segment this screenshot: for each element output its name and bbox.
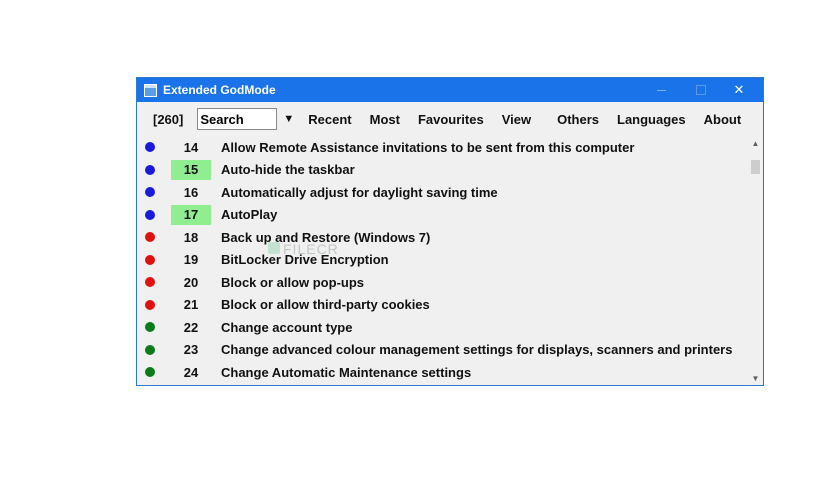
item-number: 22 [183,319,199,335]
list-item[interactable]: 16 Automatically adjust for daylight savi… [137,181,748,204]
watermark-text: FILECR [283,241,339,257]
item-number: 19 [183,252,199,268]
settings-list[interactable]: 14 Allow Remote Assistance invitations to… [137,136,748,385]
search-dropdown-button[interactable]: ▼ [283,113,294,125]
list-item[interactable]: 14 Allow Remote Assistance invitations to… [137,136,748,159]
blue-dot-icon [145,187,155,198]
item-number: 21 [183,297,199,313]
item-number: 20 [183,274,199,290]
toolbar: [260] ▼ Recent Most Favourites View Othe… [137,102,763,136]
list-item[interactable]: 20 Block or allow pop-ups [137,271,748,294]
watermark: FILECR [268,241,339,257]
menu-languages[interactable]: Languages [617,112,686,127]
item-label: Automatically adjust for daylight saving… [221,184,498,200]
item-label: Block or allow pop-ups [221,274,365,290]
list-item[interactable]: 17 AutoPlay [137,204,748,227]
item-label: Auto-hide the taskbar [221,162,355,178]
title-bar[interactable]: Extended GodMode ✕ [137,78,763,102]
menu-recent[interactable]: Recent [308,112,351,127]
maximize-icon [696,85,706,95]
red-dot-icon [145,299,155,310]
maximize-button[interactable] [683,78,719,102]
red-dot-icon [145,232,155,243]
menu-favourites[interactable]: Favourites [418,112,484,127]
blue-dot-icon [145,142,155,153]
item-number: 14 [183,139,199,155]
app-icon [144,83,157,97]
watermark-logo-icon [268,242,280,254]
item-label: AutoPlay [221,207,278,223]
item-label: Change advanced colour management settin… [221,342,733,358]
item-number: 17 [171,204,211,225]
window-title: Extended GodMode [163,83,276,97]
list-item[interactable]: 23 Change advanced colour management sett… [137,339,748,362]
scroll-down-icon[interactable]: ▼ [748,371,763,385]
caret-down-icon: ▼ [283,113,295,125]
list-item[interactable]: 22 Change account type [137,316,748,339]
item-label: Allow Remote Assistance invitations to b… [221,139,635,155]
menu-view[interactable]: View [502,112,531,127]
menu-about[interactable]: About [704,112,742,127]
list-item[interactable]: 19 BitLocker Drive Encryption [137,249,748,272]
red-dot-icon [145,254,155,265]
vertical-scrollbar[interactable]: ▲ ▼ [748,136,763,385]
scroll-up-icon[interactable]: ▲ [748,136,763,150]
item-number: 15 [171,159,211,180]
search-input[interactable] [197,108,278,130]
item-number: 16 [183,184,199,200]
minimize-icon [656,89,666,91]
item-number: 18 [183,229,199,245]
green-dot-icon [145,344,155,355]
app-window: Extended GodMode ✕ [260] ▼ Recent Most F… [136,77,764,386]
scroll-thumb[interactable] [751,160,760,174]
item-label: Change account type [221,319,353,335]
blue-dot-icon [145,164,155,175]
list-item[interactable]: 15 Auto-hide the taskbar [137,159,748,182]
green-dot-icon [145,367,155,378]
red-dot-icon [145,277,155,288]
list-item[interactable]: 21 Block or allow third-party cookies [137,294,748,317]
item-number: 23 [183,342,199,358]
close-icon: ✕ [733,82,745,97]
list-item[interactable]: 24 Change Automatic Maintenance settings [137,361,748,384]
blue-dot-icon [145,209,155,220]
item-label: Block or allow third-party cookies [221,297,430,313]
menu-others[interactable]: Others [557,112,599,127]
close-button[interactable]: ✕ [721,78,757,102]
item-label: Change Automatic Maintenance settings [221,364,472,380]
list-item[interactable]: 18 Back up and Restore (Windows 7) [137,226,748,249]
menu-most[interactable]: Most [370,112,400,127]
minimize-button[interactable] [643,78,679,102]
green-dot-icon [145,322,155,333]
item-count: [260] [153,111,184,127]
item-number: 24 [183,364,199,380]
